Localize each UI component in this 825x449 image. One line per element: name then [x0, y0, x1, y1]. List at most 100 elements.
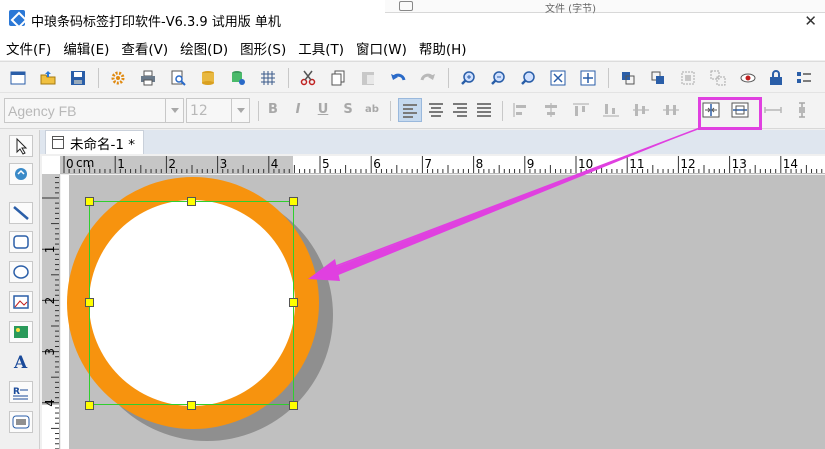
group-icon[interactable]	[680, 70, 696, 86]
ruler-label-h: 13	[732, 157, 747, 171]
toolbar-separator	[502, 101, 503, 121]
bold-button[interactable]: B	[265, 102, 281, 117]
line-tool[interactable]	[9, 202, 33, 224]
same-height-icon[interactable]	[793, 102, 811, 118]
same-width-icon[interactable]	[764, 102, 782, 118]
align-left-button[interactable]	[398, 98, 422, 122]
menu-file[interactable]: 文件(F)	[6, 38, 51, 58]
background-window-text: 文件 (字节)	[545, 4, 596, 15]
resize-handle-bottom-right[interactable]	[289, 401, 298, 410]
drawing-toolbox: A R	[0, 130, 40, 449]
redo-icon[interactable]	[420, 70, 436, 86]
open-folder-icon[interactable]	[40, 70, 56, 86]
picture-tool[interactable]	[9, 321, 33, 343]
justify-button[interactable]	[476, 102, 492, 118]
menu-shape[interactable]: 图形(S)	[240, 38, 286, 58]
selection-box	[89, 201, 294, 405]
send-back-icon[interactable]	[650, 70, 666, 86]
font-name-select[interactable]: Agency FB	[4, 98, 184, 123]
ellipse-tool[interactable]	[9, 261, 33, 283]
resize-handle-bottom[interactable]	[187, 401, 196, 410]
visibility-eye-icon[interactable]	[740, 70, 756, 86]
distribute-icon[interactable]	[662, 102, 680, 118]
ruler-label-v: 1	[43, 246, 57, 254]
print-preview-icon[interactable]	[170, 70, 186, 86]
resize-handle-top-right[interactable]	[289, 197, 298, 206]
background-window-icon	[399, 1, 413, 11]
align-objects-bottom-icon[interactable]	[602, 102, 620, 118]
zoom-in-icon[interactable]	[460, 70, 476, 86]
app-window: 中琅条码标签打印软件-V6.3.9 试用版 单机 文件 (字节) ✕ 文件(F)…	[0, 0, 825, 449]
char-spacing-button[interactable]: ab	[364, 104, 380, 115]
grid-icon[interactable]	[260, 70, 276, 86]
settings-gear-icon[interactable]	[110, 70, 126, 86]
cut-icon[interactable]	[300, 70, 316, 86]
rounded-rect-tool[interactable]	[9, 231, 33, 253]
paste-icon[interactable]	[360, 70, 376, 86]
ruler-label-h: 7	[424, 157, 432, 171]
chevron-down-icon[interactable]	[165, 99, 183, 122]
database-icon[interactable]	[200, 70, 216, 86]
ruler-label-h: 6	[373, 157, 381, 171]
font-name-value: Agency FB	[8, 103, 77, 119]
resize-handle-top-left[interactable]	[85, 197, 94, 206]
toolbar-separator	[98, 68, 99, 88]
copy-icon[interactable]	[330, 70, 346, 86]
menu-help[interactable]: 帮助(H)	[419, 38, 467, 58]
menu-draw[interactable]: 绘图(D)	[180, 38, 228, 58]
ungroup-icon[interactable]	[710, 70, 726, 86]
zoom-actual-icon[interactable]	[520, 70, 536, 86]
design-canvas[interactable]	[61, 175, 825, 449]
rich-text-icon: R	[13, 387, 28, 400]
app-logo-icon	[9, 10, 25, 26]
properties-icon[interactable]	[796, 70, 812, 86]
resize-handle-bottom-left[interactable]	[85, 401, 94, 410]
close-icon[interactable]: ✕	[804, 12, 817, 30]
chevron-down-icon[interactable]	[231, 99, 249, 122]
lock-icon[interactable]	[768, 70, 784, 86]
barcode-tool[interactable]	[9, 411, 33, 433]
fit-page-icon[interactable]	[550, 70, 566, 86]
align-objects-middle-icon[interactable]	[632, 102, 650, 118]
text-tool[interactable]: A	[9, 351, 33, 373]
menu-tools[interactable]: 工具(T)	[298, 38, 344, 58]
font-size-value: 12	[190, 103, 208, 119]
ruler-label-h: 5	[322, 157, 330, 171]
ruler-label-h: 11	[629, 157, 644, 171]
underline-button[interactable]: U	[315, 102, 331, 117]
select-pointer-tool[interactable]	[9, 135, 33, 157]
zoom-out-icon[interactable]	[490, 70, 506, 86]
ruler-label-h: 2	[168, 157, 176, 171]
ruler-label-h: 9	[527, 157, 535, 171]
align-objects-left-icon[interactable]	[512, 102, 530, 118]
menu-edit[interactable]: 编辑(E)	[63, 38, 109, 58]
fit-width-icon[interactable]	[580, 70, 596, 86]
rounded-rectangle-icon	[13, 235, 29, 249]
italic-button[interactable]: I	[290, 102, 306, 117]
align-center-button[interactable]	[428, 102, 444, 118]
image-tool[interactable]	[9, 291, 33, 313]
strikethrough-button[interactable]: S	[340, 102, 356, 117]
new-window-icon[interactable]	[10, 70, 26, 86]
pan-hand-tool[interactable]	[9, 163, 33, 185]
align-right-button[interactable]	[452, 102, 468, 118]
menu-window[interactable]: 窗口(W)	[356, 38, 407, 58]
database-settings-icon[interactable]	[230, 70, 246, 86]
resize-handle-top[interactable]	[187, 197, 196, 206]
menu-view[interactable]: 查看(V)	[121, 38, 168, 58]
tab-document[interactable]: 未命名-1 *	[45, 130, 145, 154]
font-size-select[interactable]: 12	[186, 98, 250, 123]
bring-front-icon[interactable]	[620, 70, 636, 86]
rich-text-tool[interactable]: R	[9, 381, 33, 403]
save-icon[interactable]	[70, 70, 86, 86]
tab-document-label: 未命名-1 *	[70, 136, 136, 153]
align-objects-center-icon[interactable]	[542, 102, 560, 118]
print-icon[interactable]	[140, 70, 156, 86]
ruler-label-h: 10	[578, 157, 593, 171]
vertical-ruler-ticks: 12345	[42, 177, 59, 449]
horizontal-ruler-ticks: 0 1 2 3 4 5 6 7 8 9 10 11 12 13 14	[63, 156, 823, 173]
align-objects-top-icon[interactable]	[572, 102, 590, 118]
undo-icon[interactable]	[390, 70, 406, 86]
resize-handle-right[interactable]	[289, 298, 298, 307]
resize-handle-left[interactable]	[85, 298, 94, 307]
